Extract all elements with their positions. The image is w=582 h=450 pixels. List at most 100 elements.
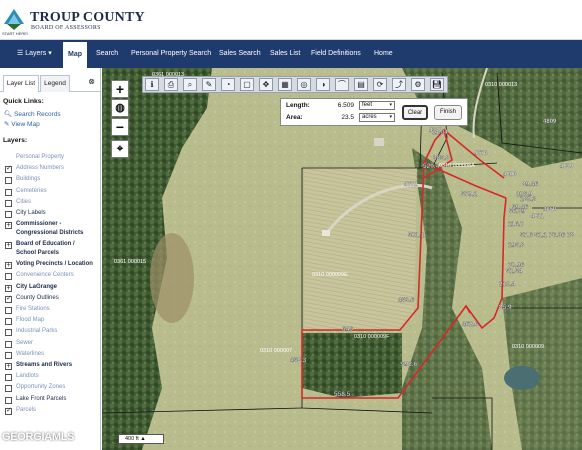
nav-home[interactable]: Home — [374, 40, 393, 68]
parcel-id-label: 0361 000015 — [114, 259, 146, 265]
layer-checkbox[interactable] — [5, 318, 12, 326]
length-unit-select[interactable]: feet ▾ — [359, 101, 395, 110]
logo-caption: START HERE! — [2, 31, 29, 36]
parcel-id-label: 0310 000009E — [312, 272, 348, 278]
address-number-label: 4806 — [503, 172, 517, 178]
layer-checkbox[interactable] — [5, 396, 12, 404]
nav-layers-menu[interactable]: ☰ Layers ▾ — [17, 40, 52, 68]
overlapping-length-labels: 57.6 51.1 76.36 78 — [520, 232, 575, 239]
address-number-label: 4850 — [543, 207, 557, 213]
segment-length-label: 116.7 — [508, 221, 524, 228]
close-panel-icon[interactable]: ⊗ — [88, 77, 95, 86]
nav-search[interactable]: Search — [96, 40, 118, 68]
layer-checkbox[interactable] — [5, 294, 12, 303]
address-number-label: 4811 — [531, 214, 545, 220]
layers-menu-icon: ☰ — [17, 50, 24, 57]
draw-icon[interactable]: ✎ — [202, 78, 216, 91]
address-number-label: 4752 — [404, 182, 418, 188]
layer-checkbox[interactable] — [5, 351, 12, 359]
clear-button[interactable]: Clear — [402, 105, 428, 120]
save-icon[interactable]: 💾︎ — [430, 78, 444, 91]
main-navbar: ☰ Layers ▾ Map Search Personal Property … — [0, 40, 582, 68]
length-label: Length: — [286, 102, 310, 109]
parcel-id-label: 0310 000009F — [354, 334, 390, 340]
expand-icon[interactable]: + — [5, 242, 12, 250]
sidebar-tabs: Layer List Legend ⊗ — [0, 75, 100, 92]
layer-checkbox[interactable] — [5, 374, 12, 382]
layer-label-line2: School Parcels — [16, 250, 60, 257]
zoom-in-button[interactable]: + — [111, 80, 129, 98]
building — [374, 138, 384, 146]
nav-personal-property-search[interactable]: Personal Property Search — [131, 40, 211, 68]
lasso-icon[interactable]: ⌒ — [335, 78, 349, 91]
layer-label: Sewer — [16, 339, 34, 346]
print-icon[interactable]: ⎙ — [164, 78, 178, 91]
quick-link-search-records[interactable]: 🔍︎ Search Records — [4, 110, 61, 118]
layer-label: Personal Property — [16, 154, 65, 160]
quick-link-view-map[interactable]: ✎ View Map — [4, 120, 40, 128]
layer-checkbox[interactable] — [5, 199, 12, 207]
layer-label: Convenience Centers — [16, 272, 74, 279]
app-subtitle: BOARD OF ASSESSORS — [31, 25, 101, 31]
settings-icon[interactable]: ⚙ — [411, 78, 425, 91]
nav-sales-list[interactable]: Sales List — [270, 40, 300, 68]
refresh-icon[interactable]: ⟳ — [373, 78, 387, 91]
segment-length-label: 501.1 — [408, 232, 425, 239]
globe-icon[interactable]: ◍ — [111, 99, 129, 117]
finish-button[interactable]: Finish — [434, 105, 462, 120]
area-unit-select[interactable]: acres ▾ — [359, 113, 395, 122]
buffer-icon[interactable]: ◑ — [316, 78, 330, 91]
segment-length-label: 462.6 — [462, 321, 479, 328]
segment-length-label: 458.3 — [290, 357, 307, 364]
address-number-label: 4839 — [560, 164, 574, 170]
expand-icon[interactable]: + — [5, 284, 12, 292]
pan-icon[interactable]: ✥ — [259, 78, 273, 91]
layer-checkbox[interactable] — [5, 329, 12, 337]
zoom-box-icon[interactable]: ▢ — [240, 78, 254, 91]
layers-icon[interactable]: ▤ — [354, 78, 368, 91]
info-icon[interactable]: ℹ — [145, 78, 159, 91]
locate-icon[interactable]: ⌖ — [111, 140, 129, 158]
layer-label: Landlots — [16, 373, 39, 380]
area-value: 23.5 — [341, 114, 354, 121]
address-number-label: 4809 — [543, 119, 557, 125]
layer-label: City LaGrange — [16, 283, 58, 290]
building — [322, 230, 330, 236]
zoom-out-button[interactable]: − — [111, 118, 129, 136]
layer-checkbox[interactable] — [5, 406, 12, 415]
share-icon[interactable]: ⤴ — [392, 78, 406, 91]
layer-label: County Outlines — [16, 294, 59, 301]
expand-icon[interactable]: + — [5, 363, 12, 370]
segment-length-label: 59.46 — [512, 204, 529, 211]
map-view[interactable]: 11.04 385.8 529.4 579.2 89.46 206.9 180.3 56.89… — [102, 68, 582, 450]
layer-checkbox[interactable] — [5, 177, 12, 185]
app-title[interactable]: TROUP COUNTY — [30, 10, 145, 26]
select-icon[interactable]: ◎ — [297, 78, 311, 91]
measure-icon[interactable]: ◔ — [221, 78, 235, 91]
layer-label: City Labels — [16, 210, 46, 216]
search-icon[interactable]: ⌕ — [183, 78, 197, 91]
segment-length-label: 210.4 — [499, 281, 516, 288]
tab-legend[interactable]: Legend — [40, 75, 70, 92]
layer-checkbox[interactable] — [5, 188, 12, 196]
expand-icon[interactable]: + — [5, 262, 12, 270]
nav-field-definitions[interactable]: Field Definitions — [311, 40, 361, 68]
layers-title: Layers: — [3, 137, 28, 144]
parcel-id-label: 0310 000008A — [439, 163, 475, 169]
layer-label: Waterlines — [16, 350, 45, 357]
layer-checkbox[interactable] — [5, 340, 12, 348]
layer-checkbox[interactable] — [5, 307, 12, 314]
layer-label: Lake Front Parcels — [16, 395, 67, 402]
nav-sales-search[interactable]: Sales Search — [219, 40, 261, 68]
identify-icon[interactable]: ▦ — [278, 78, 292, 91]
layer-checkbox[interactable] — [5, 273, 12, 281]
address-number-label: 4776 — [474, 151, 488, 157]
nav-map[interactable]: Map — [63, 40, 87, 68]
layer-label: Industrial Parks — [16, 328, 58, 335]
layer-checkbox[interactable] — [5, 211, 12, 218]
layer-checkbox[interactable] — [5, 164, 12, 174]
expand-icon[interactable]: + — [5, 222, 12, 230]
tab-layer-list[interactable]: Layer List — [3, 75, 39, 92]
layer-checkbox[interactable] — [5, 385, 12, 393]
segment-length-label: 195.8 — [508, 242, 525, 249]
